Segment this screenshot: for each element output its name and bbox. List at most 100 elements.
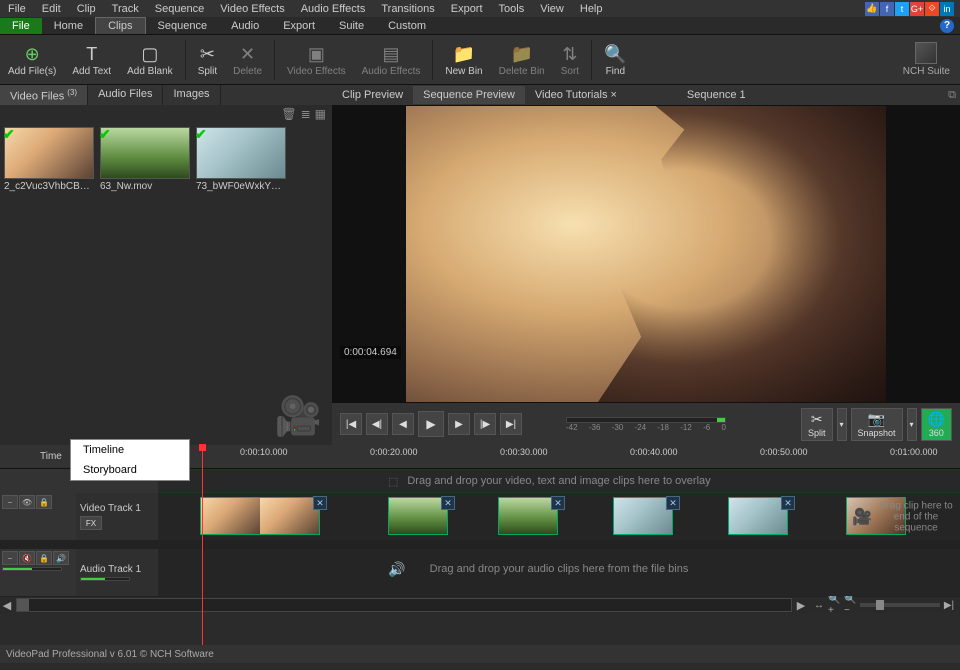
ribbon-suite[interactable]: Suite: [327, 18, 376, 34]
bin-tab-images[interactable]: Images: [163, 85, 220, 105]
bin-tab-video[interactable]: Video Files (3): [0, 85, 88, 105]
menu-video-effects[interactable]: Video Effects: [212, 2, 292, 16]
snapshot-dropdown[interactable]: ▾: [907, 408, 917, 441]
split-tool-button[interactable]: ✂Split: [801, 408, 833, 441]
ribbon-custom[interactable]: Custom: [376, 18, 438, 34]
playhead[interactable]: [202, 445, 203, 645]
transition-icon[interactable]: ✕: [313, 496, 327, 510]
track-lock-button[interactable]: 🔒: [36, 495, 52, 509]
goto-end-button[interactable]: ▶|: [500, 413, 522, 435]
menu-timeline-option[interactable]: Timeline: [71, 440, 189, 460]
timeline-scrollbar[interactable]: [16, 598, 792, 612]
forward-button[interactable]: ▶: [448, 413, 470, 435]
video-track-lane[interactable]: ✕ ✕ ✕ ✕ ✕ 🎥 Drag clip here to end of the…: [158, 493, 960, 540]
clip-thumb[interactable]: ✔ 73_bWF0eWxkYV8w...: [196, 127, 286, 192]
transition-icon[interactable]: ✕: [441, 496, 455, 510]
track-mute-video-button[interactable]: 👁: [19, 495, 35, 509]
find-button[interactable]: 🔍Find: [596, 36, 634, 84]
tab-video-tutorials[interactable]: Video Tutorials ×: [525, 86, 627, 104]
bin-delete-icon[interactable]: 🗑: [281, 107, 296, 121]
transition-icon[interactable]: ✕: [551, 496, 565, 510]
menu-storyboard-option[interactable]: Storyboard: [71, 460, 189, 480]
transition-icon[interactable]: ✕: [666, 496, 680, 510]
bin-list-view-icon[interactable]: ≣: [301, 107, 311, 121]
goto-start-button[interactable]: |◀: [340, 413, 362, 435]
add-files-button[interactable]: ⊕Add File(s): [0, 36, 64, 84]
sort-button[interactable]: ⇅Sort: [553, 36, 587, 84]
track-mute-button[interactable]: 🔇: [19, 551, 35, 565]
zoom-out-button[interactable]: 🔍−: [844, 598, 858, 612]
add-text-button[interactable]: TAdd Text: [64, 36, 119, 84]
menu-clip[interactable]: Clip: [69, 2, 104, 16]
delete-button[interactable]: ✕Delete: [225, 36, 270, 84]
track-solo-button[interactable]: 🔒: [36, 551, 52, 565]
tab-clip-preview[interactable]: Clip Preview: [332, 86, 413, 104]
menu-view[interactable]: View: [532, 2, 572, 16]
video-fx-button[interactable]: FX: [80, 516, 102, 530]
twitter-icon[interactable]: t: [895, 2, 909, 16]
ribbon-clips[interactable]: Clips: [95, 17, 145, 34]
zoom-fit-button[interactable]: ↔: [812, 598, 826, 612]
zoom-max-button[interactable]: ▶|: [942, 598, 956, 612]
google-plus-icon[interactable]: G+: [910, 2, 924, 16]
360-button[interactable]: 🌐360: [921, 408, 952, 441]
rewind-button[interactable]: ◀: [392, 413, 414, 435]
delete-bin-button[interactable]: 📁Delete Bin: [491, 36, 553, 84]
track-collapse-button[interactable]: −: [2, 495, 18, 509]
track-speaker-button[interactable]: 🔊: [53, 551, 69, 565]
menu-audio-effects[interactable]: Audio Effects: [293, 2, 374, 16]
track-pan-slider[interactable]: [80, 577, 130, 581]
ribbon-home[interactable]: Home: [42, 18, 95, 34]
menu-help[interactable]: Help: [572, 2, 611, 16]
zoom-slider[interactable]: [860, 603, 940, 607]
menu-edit[interactable]: Edit: [34, 2, 69, 16]
transition-icon[interactable]: ✕: [781, 496, 795, 510]
ribbon-audio[interactable]: Audio: [219, 18, 271, 34]
timeline-clip[interactable]: ✕: [388, 497, 448, 535]
play-button[interactable]: ▶: [418, 411, 444, 437]
ribbon-sequence[interactable]: Sequence: [146, 18, 220, 34]
tab-sequence-preview[interactable]: Sequence Preview: [413, 86, 525, 104]
zoom-in-button[interactable]: 🔍+: [828, 598, 842, 612]
facebook-icon[interactable]: f: [880, 2, 894, 16]
linkedin-icon[interactable]: in: [940, 2, 954, 16]
menu-sequence[interactable]: Sequence: [147, 2, 213, 16]
like-icon[interactable]: 👍: [865, 2, 879, 16]
menu-transitions[interactable]: Transitions: [373, 2, 442, 16]
timeline-clip[interactable]: ✕: [498, 497, 558, 535]
audio-effects-button[interactable]: ▤Audio Effects: [354, 36, 429, 84]
overlay-hint: Drag and drop your video, text and image…: [407, 475, 710, 487]
menu-tools[interactable]: Tools: [491, 2, 533, 16]
nch-suite-button[interactable]: NCH Suite: [903, 42, 950, 77]
bin-thumb-view-icon[interactable]: ▦: [315, 107, 326, 121]
timeline-ruler[interactable]: 0:00:10.000 0:00:20.000 0:00:30.000 0:00…: [200, 445, 960, 469]
bin-tab-audio[interactable]: Audio Files: [88, 85, 163, 105]
timeline-clip[interactable]: ✕: [200, 497, 320, 535]
video-effects-button[interactable]: ▣Video Effects: [279, 36, 354, 84]
track-volume-slider[interactable]: [2, 567, 62, 571]
audio-track-lane[interactable]: 🔊 Drag and drop your audio clips here fr…: [158, 549, 960, 596]
menu-track[interactable]: Track: [104, 2, 147, 16]
popout-icon[interactable]: ⧉: [948, 89, 956, 102]
timeline-clip[interactable]: ✕: [728, 497, 788, 535]
help-icon[interactable]: ?: [940, 19, 954, 33]
next-frame-button[interactable]: |▶: [474, 413, 496, 435]
ribbon-export[interactable]: Export: [271, 18, 327, 34]
ribbon-file[interactable]: File: [0, 18, 42, 34]
stumble-icon[interactable]: ⟐: [925, 2, 939, 16]
snapshot-button[interactable]: 📷Snapshot: [851, 408, 903, 441]
clip-thumb[interactable]: ✔ 2_c2Vuc3VhbCBnaXJs...: [4, 127, 94, 192]
overlay-track-lane[interactable]: ⬚ Drag and drop your video, text and ima…: [158, 469, 960, 493]
split-dropdown[interactable]: ▾: [837, 408, 847, 441]
timeline-clip[interactable]: ✕: [613, 497, 673, 535]
prev-frame-button[interactable]: ◀|: [366, 413, 388, 435]
menu-export[interactable]: Export: [443, 2, 491, 16]
menu-file[interactable]: File: [0, 2, 34, 16]
track-collapse-button[interactable]: −: [2, 551, 18, 565]
hscroll-left-button[interactable]: ◀: [0, 599, 14, 612]
clip-thumb[interactable]: ✔ 63_Nw.mov: [100, 127, 190, 192]
new-bin-button[interactable]: 📁New Bin: [437, 36, 490, 84]
add-blank-button[interactable]: ▢Add Blank: [119, 36, 181, 84]
split-button[interactable]: ✂Split: [190, 36, 225, 84]
hscroll-right-button[interactable]: ▶: [794, 599, 808, 612]
